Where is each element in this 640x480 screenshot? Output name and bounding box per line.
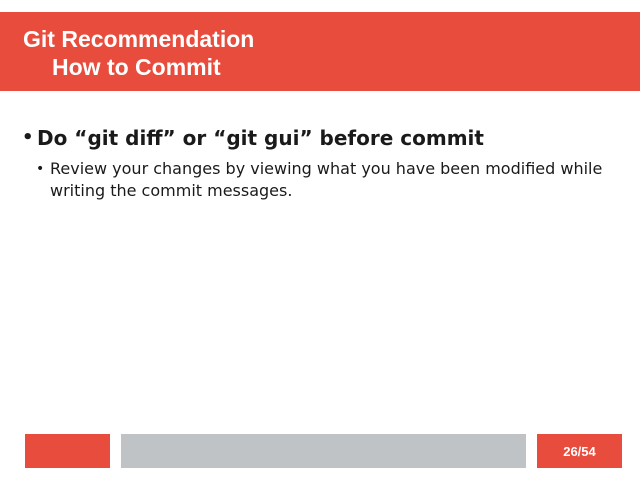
footer-middle-bar — [121, 434, 526, 468]
slide-title-line1: Git Recommendation — [23, 26, 255, 52]
footer-left-block — [25, 434, 110, 468]
bullet-dot-icon: • — [22, 127, 34, 148]
page-number: 26/54 — [563, 443, 596, 459]
slide-header: Git Recommendation How to Commit — [0, 12, 640, 91]
sub-bullet-text: Review your changes by viewing what you … — [50, 159, 603, 200]
sub-bullet-dot-icon: • — [36, 161, 45, 177]
bullet-text: Do “git diff” or “git gui” before commit — [37, 126, 484, 150]
slide-title-line2: How to Commit — [52, 54, 221, 80]
footer-page-number-box: 26/54 — [537, 434, 622, 468]
